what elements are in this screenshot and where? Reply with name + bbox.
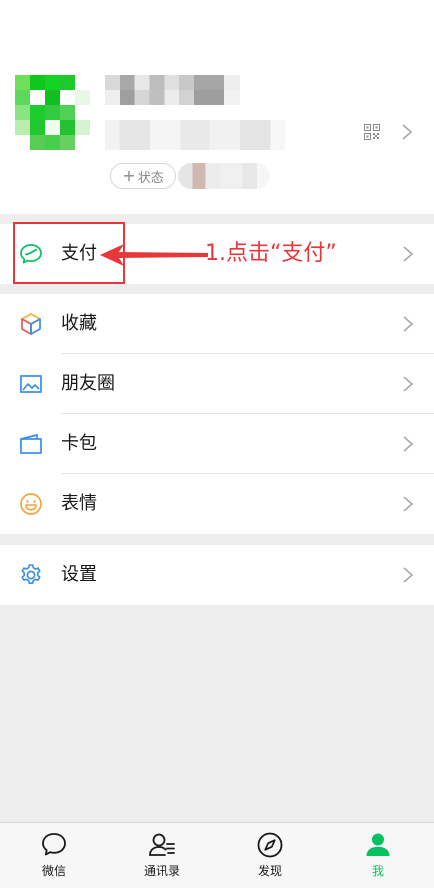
gear-icon bbox=[21, 564, 41, 585]
chat-bubble-icon bbox=[42, 833, 66, 856]
chevron-right-icon bbox=[403, 496, 414, 512]
tab-me[interactable]: 我 bbox=[324, 823, 432, 888]
nickname-blurred bbox=[105, 75, 240, 105]
tab-chats[interactable]: 微信 bbox=[0, 823, 108, 888]
tab-label-me: 我 bbox=[371, 864, 384, 878]
cube-icon bbox=[21, 313, 41, 335]
person-icon bbox=[366, 833, 390, 856]
chevron-right-icon bbox=[403, 567, 414, 583]
picture-icon bbox=[20, 375, 42, 393]
profile-header[interactable]: + 状态 bbox=[0, 0, 434, 214]
annotation-text: 1.点击“支付” bbox=[205, 241, 337, 266]
chevron-right-icon bbox=[402, 124, 413, 140]
bottom-tab-bar: 微信 通讯录 发现 我 bbox=[0, 822, 434, 888]
menu-label-settings: 设置 bbox=[61, 564, 97, 585]
add-status-button[interactable]: + 状态 bbox=[110, 163, 176, 189]
menu-group-settings: 设置 bbox=[0, 545, 434, 605]
annotation-arrow-icon bbox=[100, 244, 208, 266]
chevron-right-icon bbox=[403, 246, 414, 262]
tab-label-contacts: 通讯录 bbox=[143, 864, 180, 878]
chevron-right-icon bbox=[403, 316, 414, 332]
plus-icon: + bbox=[122, 166, 136, 185]
tab-label-chats: 微信 bbox=[41, 864, 66, 878]
tab-label-discover: 发现 bbox=[257, 864, 282, 878]
menu-item-favorites[interactable]: 收藏 bbox=[0, 294, 434, 354]
menu-label-moments: 朋友圈 bbox=[61, 373, 115, 394]
chevron-right-icon bbox=[403, 436, 414, 452]
contacts-icon bbox=[149, 833, 175, 856]
smile-icon bbox=[20, 493, 42, 515]
menu-item-cards[interactable]: 卡包 bbox=[0, 414, 434, 474]
status-label: 状态 bbox=[137, 170, 164, 186]
qr-code-icon[interactable] bbox=[364, 124, 380, 140]
avatar[interactable] bbox=[15, 75, 90, 150]
menu-item-moments[interactable]: 朋友圈 bbox=[0, 354, 434, 414]
tab-contacts[interactable]: 通讯录 bbox=[108, 823, 216, 888]
menu-label-cards: 卡包 bbox=[61, 433, 97, 454]
wechat-id-blurred bbox=[105, 120, 285, 150]
compass-icon bbox=[257, 832, 283, 858]
wallet-icon bbox=[20, 434, 42, 454]
menu-group-services: 收藏 朋友圈 卡包 表情 bbox=[0, 294, 434, 534]
chevron-right-icon bbox=[403, 376, 414, 392]
menu-label-favorites: 收藏 bbox=[61, 313, 97, 334]
menu-item-settings[interactable]: 设置 bbox=[0, 545, 434, 605]
tab-discover[interactable]: 发现 bbox=[216, 823, 324, 888]
menu-item-stickers[interactable]: 表情 bbox=[0, 474, 434, 534]
friend-status-blurred bbox=[178, 163, 270, 189]
menu-label-stickers: 表情 bbox=[61, 493, 97, 514]
